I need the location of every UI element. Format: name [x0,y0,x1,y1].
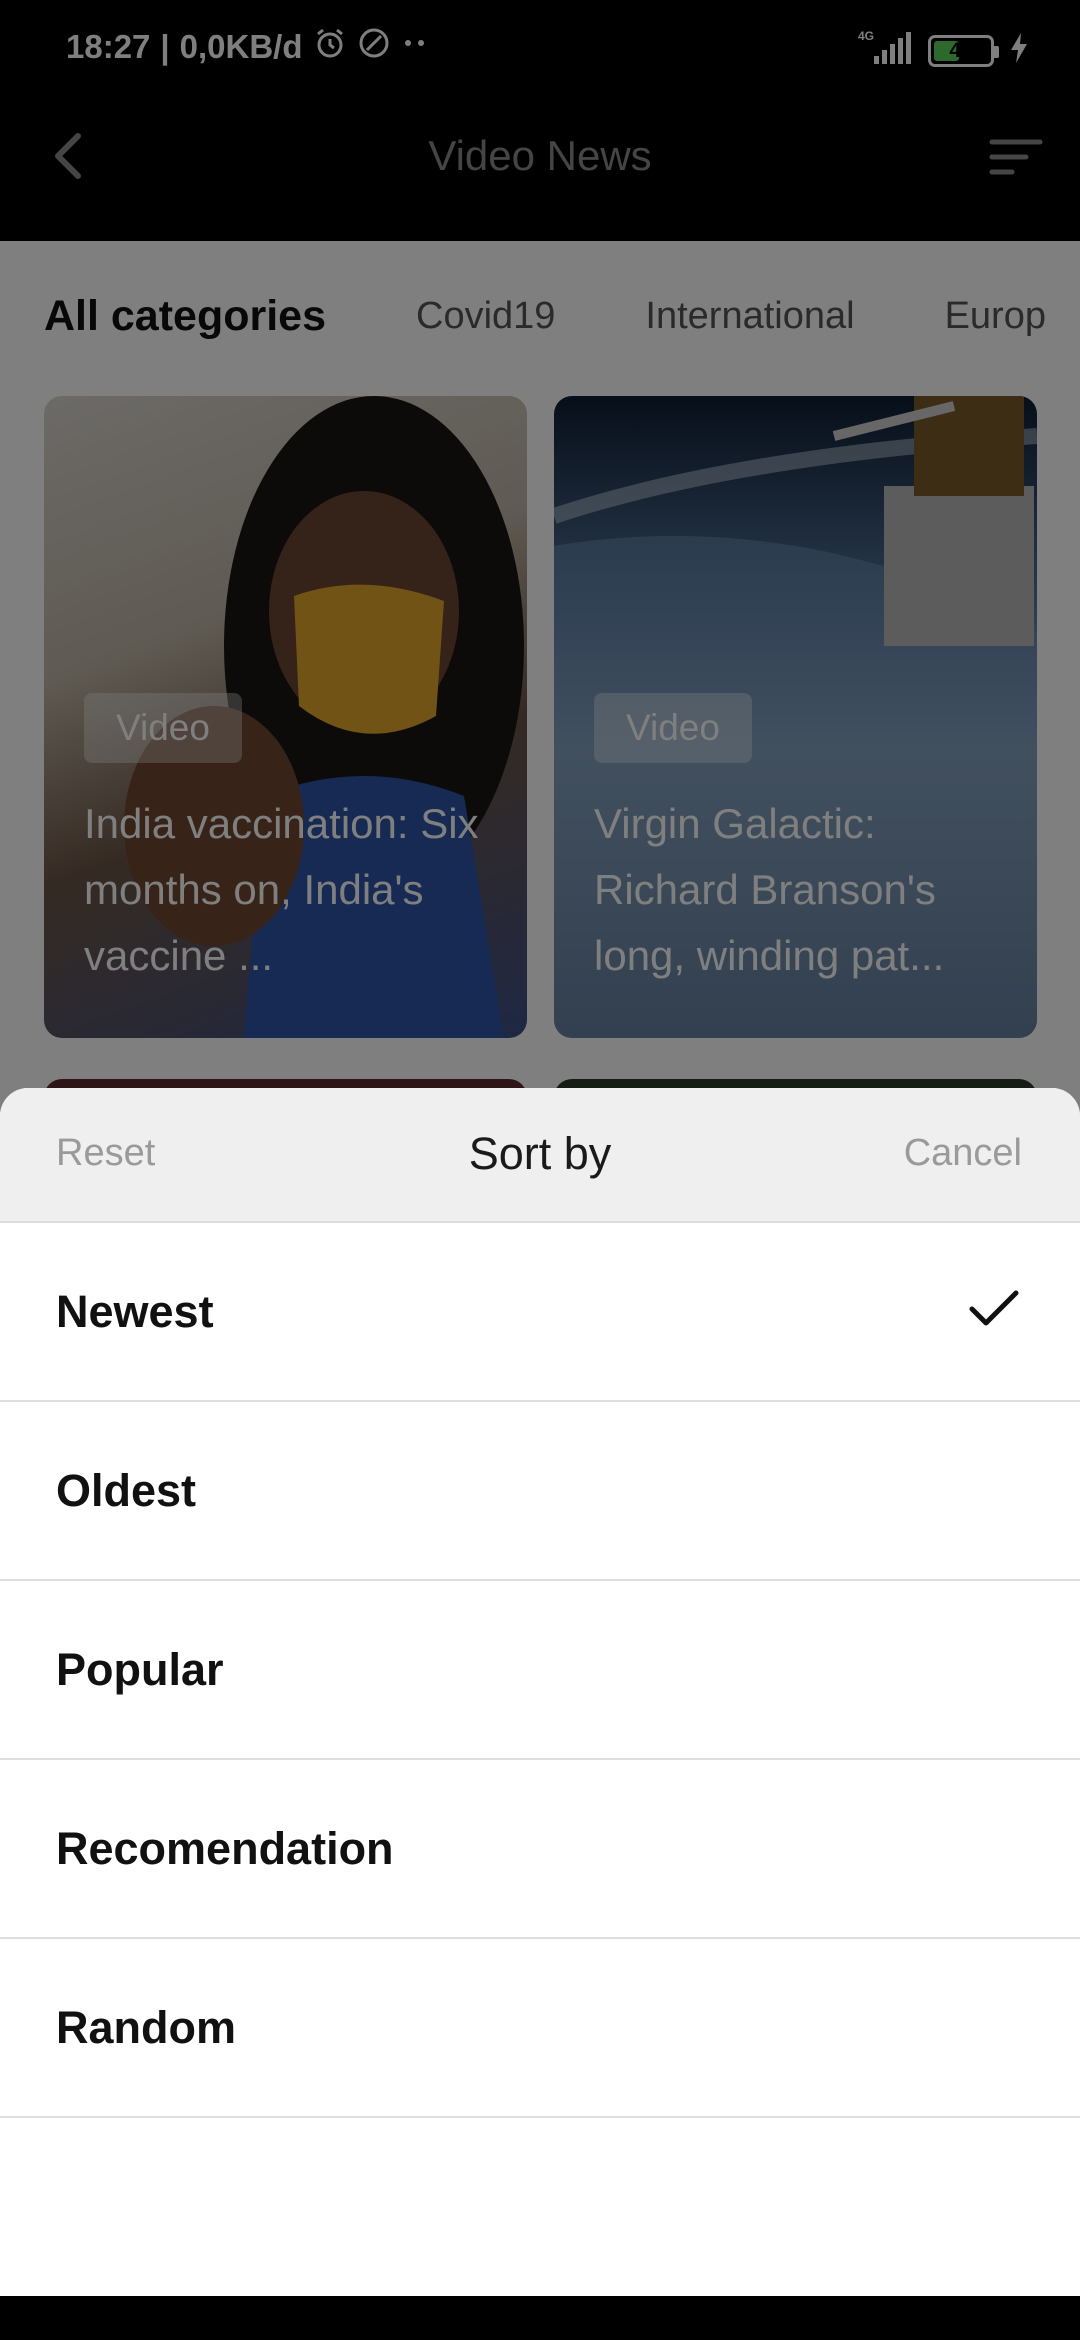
sort-option-newest[interactable]: Newest [0,1223,1080,1402]
sort-option-random[interactable]: Random [0,1939,1080,2118]
cancel-button[interactable]: Cancel [904,1132,1022,1175]
sort-option-oldest[interactable]: Oldest [0,1402,1080,1581]
sort-option-label: Recomendation [56,1822,394,1874]
sheet-header: Reset Sort by Cancel [0,1088,1080,1223]
sort-bottom-sheet: Reset Sort by Cancel Newest Oldest Popul… [0,1088,1080,2296]
sort-option-label: Random [56,2001,236,2053]
checkmark-icon [968,1287,1020,1331]
sort-option-popular[interactable]: Popular [0,1581,1080,1760]
sort-option-recomendation[interactable]: Recomendation [0,1760,1080,1939]
system-nav-bar [0,2296,1080,2340]
sort-option-label: Popular [56,1643,224,1695]
sort-option-label: Oldest [56,1464,197,1516]
sort-option-label: Newest [56,1285,214,1337]
